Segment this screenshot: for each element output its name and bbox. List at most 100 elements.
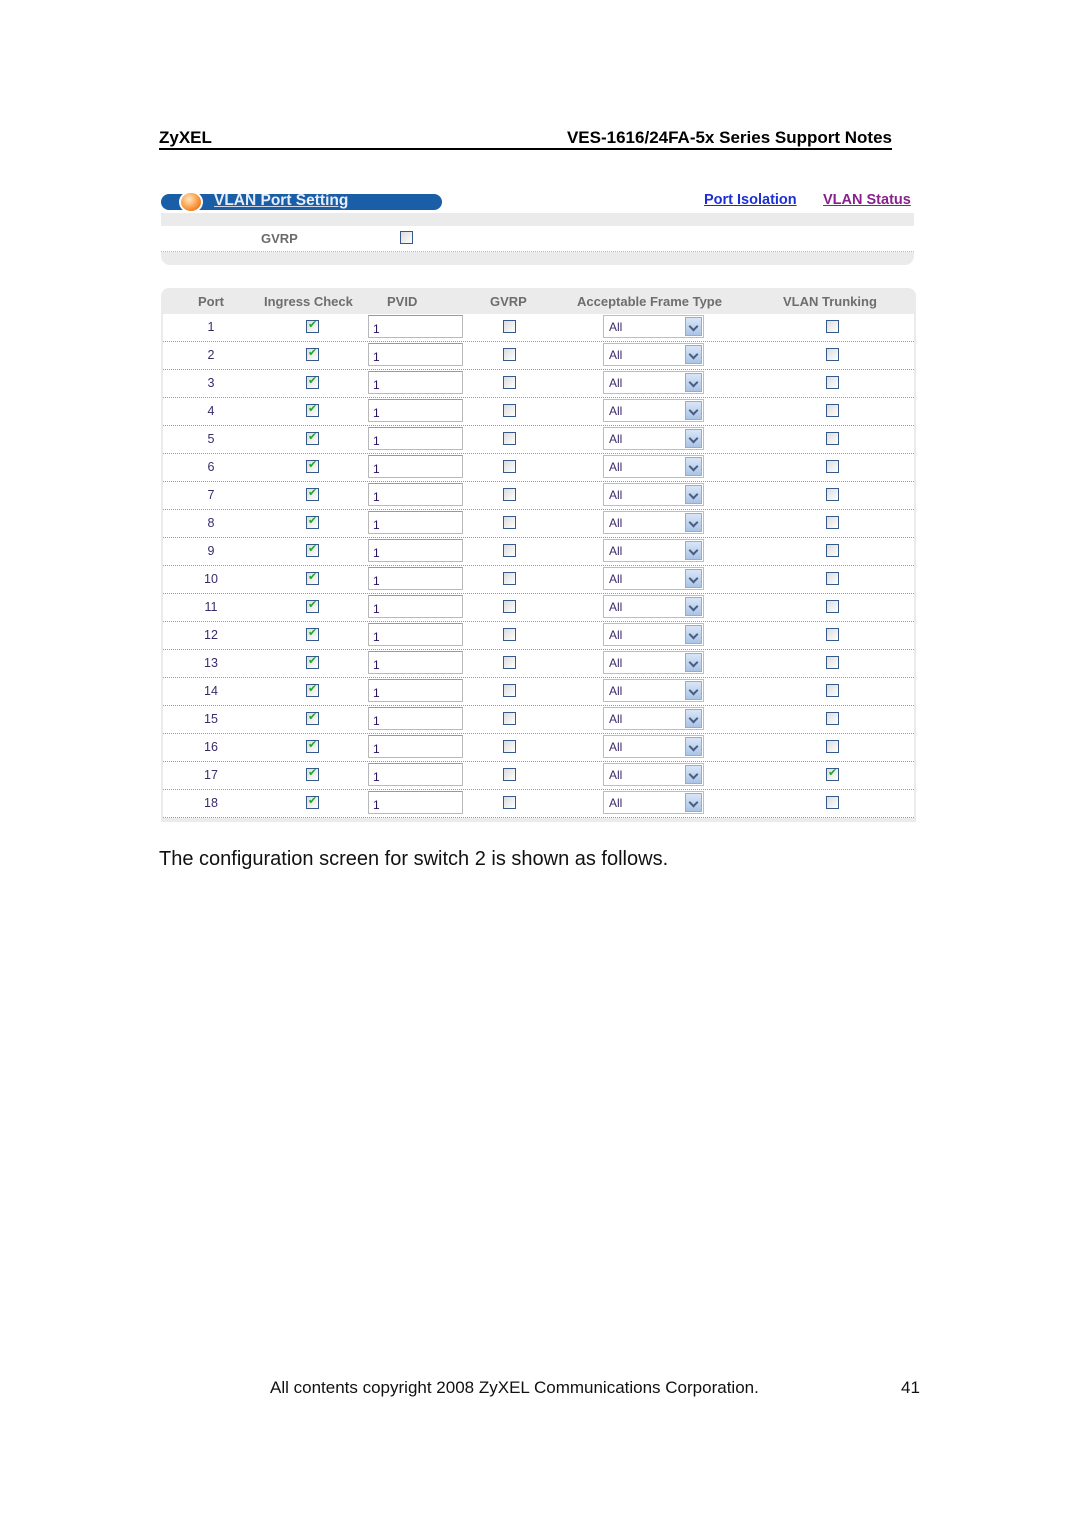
chevron-down-icon[interactable] — [685, 485, 702, 504]
vlan-trunking-checkbox[interactable] — [826, 766, 839, 781]
gvrp-checkbox[interactable] — [503, 572, 516, 585]
frame-type-select[interactable]: All — [603, 679, 704, 702]
pvid-input[interactable] — [368, 399, 463, 422]
pvid-input[interactable] — [368, 707, 463, 730]
frame-type-select[interactable]: All — [603, 595, 704, 618]
chevron-down-icon[interactable] — [685, 793, 702, 812]
frame-type-select[interactable]: All — [603, 455, 704, 478]
ingress-check-checkbox[interactable] — [306, 710, 319, 725]
pvid-input[interactable] — [368, 567, 463, 590]
ingress-check-checkbox[interactable] — [306, 542, 319, 557]
vlan-trunking-checkbox[interactable] — [826, 572, 839, 585]
vlan-trunking-checkbox[interactable] — [826, 348, 839, 361]
gvrp-global-checkbox[interactable] — [400, 231, 413, 244]
gvrp-checkbox[interactable] — [503, 544, 516, 557]
ingress-check-checkbox[interactable] — [306, 346, 319, 361]
gvrp-checkbox[interactable] — [503, 376, 516, 389]
ingress-check-checkbox[interactable] — [306, 514, 319, 529]
pvid-input[interactable] — [368, 343, 463, 366]
gvrp-checkbox[interactable] — [503, 600, 516, 613]
vlan-trunking-checkbox[interactable] — [826, 516, 839, 529]
chevron-down-icon[interactable] — [685, 373, 702, 392]
pvid-input[interactable] — [368, 791, 463, 814]
chevron-down-icon[interactable] — [685, 597, 702, 616]
gvrp-checkbox[interactable] — [503, 796, 516, 809]
frame-type-select[interactable]: All — [603, 511, 704, 534]
chevron-down-icon[interactable] — [685, 653, 702, 672]
vlan-trunking-checkbox[interactable] — [826, 712, 839, 725]
pvid-input[interactable] — [368, 763, 463, 786]
vlan-trunking-checkbox[interactable] — [826, 600, 839, 613]
ingress-check-checkbox[interactable] — [306, 486, 319, 501]
pvid-input[interactable] — [368, 735, 463, 758]
ingress-check-checkbox[interactable] — [306, 598, 319, 613]
chevron-down-icon[interactable] — [685, 457, 702, 476]
port-isolation-link[interactable]: Port Isolation — [704, 192, 797, 208]
ingress-check-checkbox[interactable] — [306, 654, 319, 669]
gvrp-checkbox[interactable] — [503, 628, 516, 641]
pvid-input[interactable] — [368, 595, 463, 618]
pvid-input[interactable] — [368, 511, 463, 534]
ingress-check-checkbox[interactable] — [306, 626, 319, 641]
gvrp-checkbox[interactable] — [503, 320, 516, 333]
frame-type-select[interactable]: All — [603, 315, 704, 338]
ingress-check-checkbox[interactable] — [306, 458, 319, 473]
vlan-trunking-checkbox[interactable] — [826, 628, 839, 641]
chevron-down-icon[interactable] — [685, 765, 702, 784]
vlan-trunking-checkbox[interactable] — [826, 656, 839, 669]
vlan-trunking-checkbox[interactable] — [826, 376, 839, 389]
pvid-input[interactable] — [368, 651, 463, 674]
gvrp-checkbox[interactable] — [503, 432, 516, 445]
chevron-down-icon[interactable] — [685, 541, 702, 560]
chevron-down-icon[interactable] — [685, 569, 702, 588]
chevron-down-icon[interactable] — [685, 625, 702, 644]
frame-type-select[interactable]: All — [603, 483, 704, 506]
chevron-down-icon[interactable] — [685, 709, 702, 728]
vlan-trunking-checkbox[interactable] — [826, 404, 839, 417]
gvrp-checkbox[interactable] — [503, 656, 516, 669]
vlan-trunking-checkbox[interactable] — [826, 684, 839, 697]
frame-type-select[interactable]: All — [603, 539, 704, 562]
vlan-trunking-checkbox[interactable] — [826, 488, 839, 501]
pvid-input[interactable] — [368, 427, 463, 450]
vlan-trunking-checkbox[interactable] — [826, 460, 839, 473]
pvid-input[interactable] — [368, 315, 463, 338]
gvrp-checkbox[interactable] — [503, 684, 516, 697]
ingress-check-checkbox[interactable] — [306, 682, 319, 697]
pvid-input[interactable] — [368, 539, 463, 562]
frame-type-select[interactable]: All — [603, 707, 704, 730]
frame-type-select[interactable]: All — [603, 399, 704, 422]
frame-type-select[interactable]: All — [603, 623, 704, 646]
frame-type-select[interactable]: All — [603, 735, 704, 758]
gvrp-checkbox[interactable] — [503, 488, 516, 501]
ingress-check-checkbox[interactable] — [306, 570, 319, 585]
chevron-down-icon[interactable] — [685, 737, 702, 756]
chevron-down-icon[interactable] — [685, 317, 702, 336]
gvrp-checkbox[interactable] — [503, 348, 516, 361]
chevron-down-icon[interactable] — [685, 513, 702, 532]
vlan-trunking-checkbox[interactable] — [826, 544, 839, 557]
ingress-check-checkbox[interactable] — [306, 794, 319, 809]
vlan-trunking-checkbox[interactable] — [826, 432, 839, 445]
frame-type-select[interactable]: All — [603, 371, 704, 394]
gvrp-checkbox[interactable] — [503, 404, 516, 417]
gvrp-checkbox[interactable] — [503, 740, 516, 753]
vlan-status-link[interactable]: VLAN Status — [823, 192, 911, 208]
pvid-input[interactable] — [368, 483, 463, 506]
pvid-input[interactable] — [368, 679, 463, 702]
gvrp-checkbox[interactable] — [503, 768, 516, 781]
ingress-check-checkbox[interactable] — [306, 402, 319, 417]
vlan-trunking-checkbox[interactable] — [826, 796, 839, 809]
chevron-down-icon[interactable] — [685, 429, 702, 448]
vlan-trunking-checkbox[interactable] — [826, 740, 839, 753]
pvid-input[interactable] — [368, 371, 463, 394]
gvrp-checkbox[interactable] — [503, 712, 516, 725]
ingress-check-checkbox[interactable] — [306, 766, 319, 781]
frame-type-select[interactable]: All — [603, 651, 704, 674]
chevron-down-icon[interactable] — [685, 345, 702, 364]
ingress-check-checkbox[interactable] — [306, 374, 319, 389]
vlan-trunking-checkbox[interactable] — [826, 320, 839, 333]
gvrp-checkbox[interactable] — [503, 516, 516, 529]
ingress-check-checkbox[interactable] — [306, 430, 319, 445]
ingress-check-checkbox[interactable] — [306, 738, 319, 753]
